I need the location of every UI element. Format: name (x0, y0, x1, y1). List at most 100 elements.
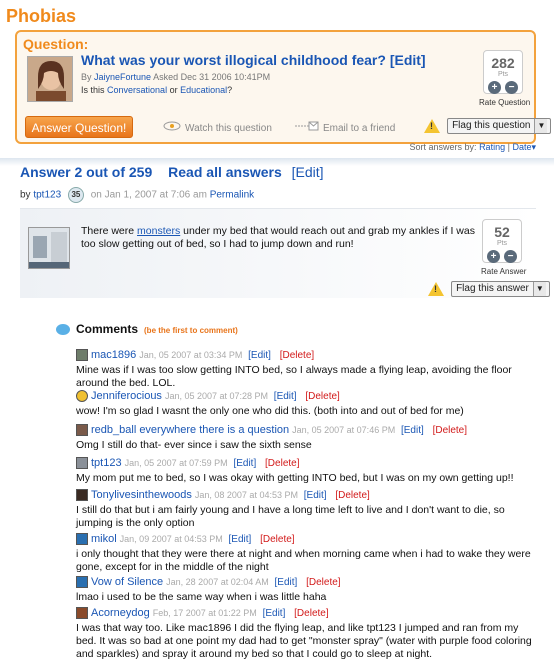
educational-link[interactable]: Educational (180, 85, 227, 95)
read-all-answers-link[interactable]: Read all answers (168, 164, 282, 180)
first-to-comment-link[interactable]: (be the first to comment) (144, 326, 238, 335)
comments-title: Comments (76, 322, 139, 336)
comment-delete-link[interactable]: [Delete] (294, 608, 328, 619)
question-author-link[interactable]: JaiyneFortune (94, 72, 151, 82)
sort-rating-link[interactable]: Rating (479, 142, 505, 152)
commenter-avatar[interactable] (76, 390, 88, 403)
comment-delete-link[interactable]: [Delete] (306, 577, 340, 588)
answer-pts-label: Pts (496, 240, 508, 247)
comment-edit-link[interactable]: [Edit] (248, 350, 271, 361)
answer-rating-box: 52 Pts + − (482, 219, 522, 263)
comment-item: tpt123 Jan, 05 2007 at 07:59 PM [Edit] [D… (76, 456, 536, 485)
commenter-name-link[interactable]: redb_ball everywhere there is a question (91, 424, 289, 436)
comment-delete-link[interactable]: [Delete] (265, 458, 299, 469)
comment-item: mac1896 Jan, 05 2007 at 03:34 PM [Edit] [… (76, 348, 536, 390)
comment-item: Tonylivesinthewoods Jan, 08 2007 at 04:53… (76, 488, 536, 530)
question-asked-date: Asked Dec 31 2006 10:41PM (153, 72, 271, 82)
flag-question-select[interactable]: Flag this question ▼ (447, 118, 552, 134)
comment-text: Mine was if I was too slow getting INTO … (76, 364, 512, 389)
watch-question-link[interactable]: Watch this question (163, 121, 272, 134)
comment-edit-link[interactable]: [Edit] (401, 425, 424, 436)
comment-edit-link[interactable]: [Edit] (263, 608, 286, 619)
conversational-link[interactable]: Conversational (107, 85, 167, 95)
flag-answer-select[interactable]: Flag this answer ▼ (451, 281, 550, 297)
commenter-avatar[interactable] (76, 533, 88, 546)
email-friend-link[interactable]: Email to a friend (295, 121, 395, 134)
question-title-text[interactable]: What was your worst illogical childhood … (81, 52, 386, 68)
chevron-down-icon: ▼ (532, 282, 546, 296)
rate-answer-up-button[interactable]: + (487, 250, 500, 263)
answer-points: 52 (494, 224, 510, 240)
comment-edit-link[interactable]: [Edit] (229, 534, 252, 545)
commenter-name-link[interactable]: Jenniferocious (91, 390, 162, 402)
sort-prefix: Sort answers by: (409, 142, 477, 152)
comment-date: Jan, 09 2007 at 04:53 PM (119, 534, 223, 544)
comment-delete-link[interactable]: [Delete] (280, 350, 314, 361)
question-pts-label: Pts (497, 71, 509, 78)
question-title: What was your worst illogical childhood … (81, 52, 426, 68)
email-label: Email to a friend (323, 123, 396, 134)
commenter-avatar[interactable] (76, 457, 88, 470)
comments-heading: Comments (be the first to comment) (56, 322, 238, 336)
flag-answer-label: Flag this answer (456, 283, 529, 294)
category-title: Phobias (6, 6, 77, 26)
permalink-link[interactable]: Permalink (210, 190, 254, 201)
answer-author-link[interactable]: tpt123 (33, 190, 61, 201)
answer-text-part1: There were (81, 225, 138, 237)
commenter-name-link[interactable]: mikol (91, 533, 117, 545)
comment-item: Vow of Silence Jan, 28 2007 at 02:04 AM [… (76, 575, 536, 604)
comment-edit-link[interactable]: [Edit] (233, 458, 256, 469)
rate-question-down-button[interactable]: − (505, 81, 518, 94)
comment-text: I still do that but i am fairly young an… (76, 504, 505, 529)
comment-text: My mom put me to bed, so I was okay with… (76, 472, 514, 484)
comment-item: Acorneydog Feb, 17 2007 at 01:22 PM [Edit… (76, 606, 536, 661)
commenter-name-link[interactable]: mac1896 (91, 349, 136, 361)
comment-date: Jan, 08 2007 at 04:53 PM (194, 490, 298, 500)
by-prefix: By (81, 72, 92, 82)
commenter-name-link[interactable]: Vow of Silence (91, 576, 163, 588)
answer-question-button[interactable]: Answer Question! (25, 116, 133, 138)
commenter-avatar[interactable] (76, 489, 88, 502)
comment-delete-link[interactable]: [Delete] (260, 534, 294, 545)
monsters-link[interactable]: monsters (137, 225, 180, 237)
comment-delete-link[interactable]: [Delete] (335, 490, 369, 501)
commenter-avatar[interactable] (76, 576, 88, 589)
answer-thumbnail[interactable] (28, 227, 70, 269)
rate-question-up-button[interactable]: + (488, 81, 501, 94)
rate-answer-caption: Rate Answer (481, 267, 527, 276)
comment-text: Omg I still do that- ever since i saw th… (76, 439, 312, 451)
question-rating-box: 282 Pts + − (483, 50, 523, 94)
sort-date-link[interactable]: Date (512, 142, 531, 152)
sort-separator: | (507, 142, 510, 152)
comment-edit-link[interactable]: [Edit] (304, 490, 327, 501)
answer-box: There were monsters under my bed that wo… (20, 208, 550, 298)
asker-avatar[interactable] (27, 56, 73, 102)
comment-bubble-icon (56, 324, 70, 336)
comment-date: Jan, 05 2007 at 03:34 PM (139, 350, 243, 360)
is-this-text: Is this (81, 85, 105, 95)
answer-text: There were monsters under my bed that wo… (81, 225, 483, 251)
commenter-avatar[interactable] (76, 349, 88, 362)
question-type: Is this Conversational or Educational? (81, 85, 232, 95)
comment-date: Jan, 05 2007 at 07:59 PM (124, 458, 228, 468)
rate-answer-down-button[interactable]: − (504, 250, 517, 263)
level-badge: 35 (67, 187, 84, 203)
sort-caret-icon: ▾ (531, 142, 536, 152)
answer-by-prefix: by (20, 189, 31, 201)
comment-edit-link[interactable]: [Edit] (275, 577, 298, 588)
answer-edit-link[interactable]: [Edit] (292, 164, 324, 180)
question-edit-link[interactable]: [Edit] (390, 52, 426, 68)
comment-edit-link[interactable]: [Edit] (274, 391, 297, 402)
commenter-name-link[interactable]: Acorneydog (91, 607, 150, 619)
flag-question-label: Flag this question (452, 120, 531, 131)
comment-delete-link[interactable]: [Delete] (433, 425, 467, 436)
commenter-avatar[interactable] (76, 607, 88, 620)
commenter-avatar[interactable] (76, 424, 88, 437)
rate-question-caption: Rate Question (479, 98, 531, 107)
comment-text: I was that way too. Like mac1896 I did t… (76, 622, 532, 660)
commenter-name-link[interactable]: tpt123 (91, 457, 122, 469)
comment-delete-link[interactable]: [Delete] (305, 391, 339, 402)
qmark: ? (227, 85, 233, 95)
commenter-name-link[interactable]: Tonylivesinthewoods (91, 489, 192, 501)
question-label: Question: (23, 36, 89, 52)
